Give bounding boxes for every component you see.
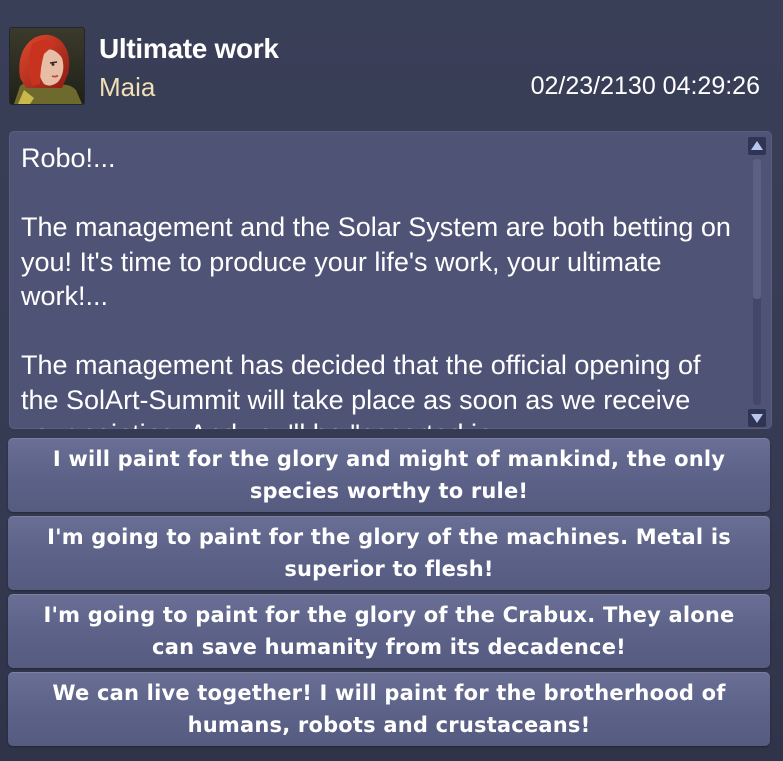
choice-button-mankind[interactable]: I will paint for the glory and might of …	[8, 438, 770, 512]
sender-name: Maia	[99, 72, 156, 102]
dialog-window: Ultimate work Maia 02/23/2130 04:29:26 R…	[0, 0, 783, 761]
choice-button-machines[interactable]: I'm going to paint for the glory of the …	[8, 516, 770, 590]
choice-label: I will paint for the glory and might of …	[52, 447, 726, 503]
message-body: Robo!... The management and the Solar Sy…	[21, 143, 731, 429]
scroll-up-arrow-icon[interactable]	[748, 137, 766, 155]
scroll-thumb[interactable]	[753, 159, 761, 299]
message-timestamp: 02/23/2130 04:29:26	[530, 72, 760, 100]
scroll-down-arrow-icon[interactable]	[748, 409, 766, 427]
message-panel[interactable]: Robo!... The management and the Solar Sy…	[9, 131, 772, 429]
choice-list: I will paint for the glory and might of …	[8, 438, 770, 750]
choice-label: I'm going to paint for the glory of the …	[47, 525, 731, 581]
choice-button-crabux[interactable]: I'm going to paint for the glory of the …	[8, 594, 770, 668]
choice-label: I'm going to paint for the glory of the …	[43, 603, 735, 659]
message-scrollbar[interactable]	[747, 137, 767, 427]
dialog-title: Ultimate work	[99, 33, 279, 64]
choice-button-brotherhood[interactable]: We can live together! I will paint for t…	[8, 672, 770, 746]
sender-avatar	[10, 28, 84, 104]
choice-label: We can live together! I will paint for t…	[52, 681, 726, 737]
